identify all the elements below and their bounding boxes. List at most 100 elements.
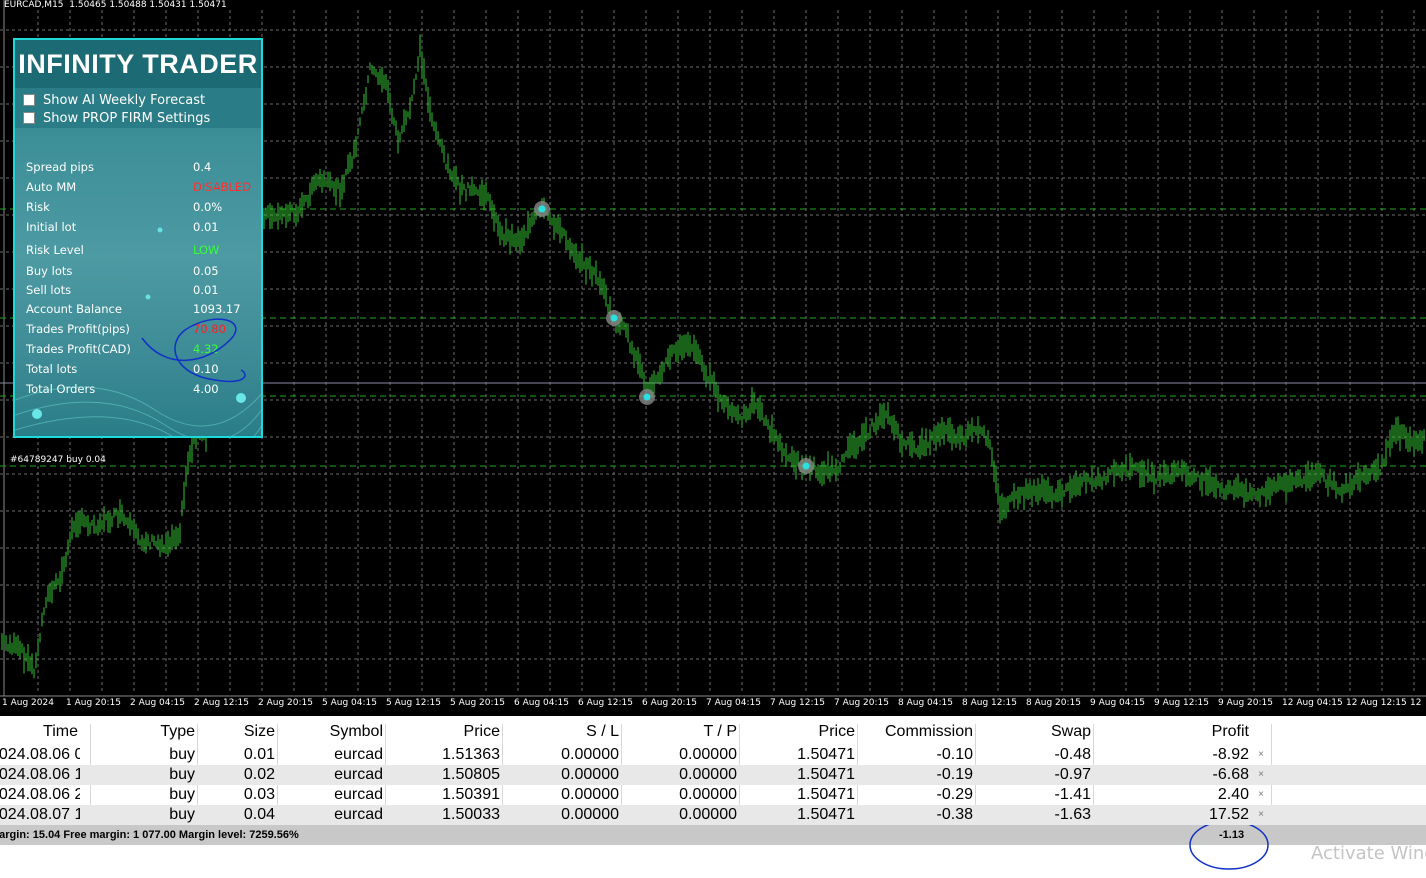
chart-mark	[802, 462, 810, 470]
column-header[interactable]: Time	[0, 722, 80, 742]
x-axis-label: 6 Aug 20:15	[642, 698, 697, 708]
table-cell: 0.00000	[561, 766, 619, 783]
checkbox-box[interactable]	[23, 94, 35, 106]
x-axis-label: 9 Aug 04:15	[1090, 698, 1145, 708]
prop-firm-checkbox[interactable]: Show PROP FIRM Settings	[23, 109, 210, 127]
table-cell: 1.50033	[442, 806, 500, 823]
table-cell: -1.63	[1054, 806, 1091, 823]
table-cell: 2.40	[1217, 786, 1249, 803]
table-cell: 0.03	[243, 786, 275, 803]
stat-value: 4.32	[193, 342, 219, 356]
x-axis-label: 5 Aug 20:15	[450, 698, 505, 708]
table-cell: 1.50471	[797, 786, 855, 803]
table-cell: 2024.08.06 21:00:00	[0, 786, 80, 803]
close-order-icon[interactable]: ×	[1256, 805, 1266, 825]
x-axis-label: 7 Aug 20:15	[834, 698, 889, 708]
stat-value: 0.05	[193, 264, 219, 278]
table-cell: -1.41	[1054, 786, 1091, 803]
summary-text: Margin: 15.04 Free margin: 1 077.00 Marg…	[0, 829, 299, 841]
x-axis-label: 2 Aug 04:15	[130, 698, 185, 708]
table-cell: 0.00000	[561, 786, 619, 803]
table-cell: eurcad	[334, 746, 383, 763]
order-label: #64789247 buy 0.04	[10, 455, 106, 465]
x-axis-label: 2 Aug 12:15	[194, 698, 249, 708]
stat-label: Risk	[26, 200, 50, 214]
column-header[interactable]: Swap	[977, 722, 1093, 742]
table-cell: -0.10	[936, 746, 973, 763]
checkbox-box[interactable]	[23, 112, 35, 124]
column-header[interactable]: Type	[92, 722, 197, 742]
table-cell: 17.52	[1208, 806, 1249, 823]
checkbox-label: Show AI Weekly Forecast	[43, 92, 206, 108]
table-cell: eurcad	[334, 766, 383, 783]
column-header[interactable]: Price	[387, 722, 502, 742]
table-cell: 0.04	[243, 806, 275, 823]
chart-mark	[610, 314, 618, 322]
table-cell: 0.00000	[679, 806, 737, 823]
table-cell: 0.01	[243, 746, 275, 763]
activate-windows-watermark: Activate Windows	[1311, 843, 1426, 864]
stat-label: Account Balance	[26, 302, 122, 316]
column-header[interactable]: Commission	[859, 722, 975, 742]
stat-label: Risk Level	[26, 243, 84, 257]
close-order-icon[interactable]: ×	[1256, 785, 1266, 805]
column-header[interactable]: Size	[199, 722, 277, 742]
x-axis-label: 1 Aug 20:15	[66, 698, 121, 708]
stat-value: DISABLED	[193, 180, 252, 194]
stat-label: Trades Profit(CAD)	[26, 342, 131, 356]
table-cell: 1.50471	[797, 806, 855, 823]
table-cell: eurcad	[334, 786, 383, 803]
x-axis-label: 1 Aug 2024	[2, 698, 54, 708]
stat-label: Trades Profit(pips)	[26, 322, 130, 336]
stat-label: Buy lots	[26, 264, 73, 278]
x-axis-label: 12 Aug 04:15	[1282, 698, 1343, 708]
stat-value: 0.10	[193, 362, 219, 376]
table-cell: 0.00000	[679, 746, 737, 763]
table-cell: -0.19	[936, 766, 973, 783]
panel-title: INFINITY TRADER EA	[15, 40, 261, 127]
stat-label: Total Orders	[26, 382, 96, 396]
x-axis-label: 12	[1410, 698, 1422, 708]
stat-value: 4.00	[193, 382, 219, 396]
column-header[interactable]: Price	[741, 722, 857, 742]
x-axis-label: 8 Aug 04:15	[898, 698, 953, 708]
table-cell: 0.02	[243, 766, 275, 783]
table-cell: 1.50391	[442, 786, 500, 803]
column-header[interactable]: S / L	[504, 722, 621, 742]
x-axis-label: 5 Aug 12:15	[386, 698, 441, 708]
x-axis-label: 8 Aug 20:15	[1026, 698, 1081, 708]
close-order-icon[interactable]: ×	[1256, 745, 1266, 765]
close-order-icon[interactable]: ×	[1256, 765, 1266, 785]
column-header[interactable]: T / P	[623, 722, 739, 742]
stat-label: Initial lot	[26, 220, 77, 234]
table-cell: 0.00000	[679, 786, 737, 803]
stat-label: Sell lots	[26, 283, 72, 297]
column-header[interactable]: Profit	[1095, 722, 1251, 742]
column-header[interactable]: Symbol	[279, 722, 385, 742]
table-cell: 0.00000	[561, 746, 619, 763]
stat-label: Spread pips	[26, 160, 94, 174]
table-cell: 1.50805	[442, 766, 500, 783]
table-cell: 0.00000	[679, 766, 737, 783]
table-cell: buy	[169, 786, 195, 803]
table-cell: buy	[169, 766, 195, 783]
x-axis-label: 5 Aug 04:15	[322, 698, 377, 708]
ai-forecast-checkbox[interactable]: Show AI Weekly Forecast	[23, 91, 205, 109]
table-cell: 2024.08.07 17:00:02	[0, 806, 80, 823]
table-cell: -6.68	[1212, 766, 1249, 783]
table-cell: 0.00000	[561, 806, 619, 823]
x-axis-label: 9 Aug 20:15	[1218, 698, 1273, 708]
price-chart[interactable]: EURCAD,M15 1.50465 1.50488 1.50431 1.504…	[0, 0, 1426, 716]
table-cell: -0.29	[936, 786, 973, 803]
stat-value: 0.01	[193, 220, 219, 234]
table-cell: 1.51363	[442, 746, 500, 763]
table-cell: buy	[169, 746, 195, 763]
stat-value: 0.01	[193, 283, 219, 297]
chart-title: EURCAD,M15 1.50465 1.50488 1.50431 1.504…	[4, 0, 227, 10]
ea-panel: INFINITY TRADER EA Show AI Weekly Foreca…	[13, 38, 263, 438]
checkbox-label: Show PROP FIRM Settings	[43, 110, 211, 126]
x-axis: 1 Aug 2024 1 Aug 20:15 2 Aug 04:15 2 Aug 12…	[0, 697, 1426, 711]
x-axis-label: 8 Aug 12:15	[962, 698, 1017, 708]
stat-value: 70.80	[193, 322, 226, 336]
table-cell: buy	[169, 806, 195, 823]
